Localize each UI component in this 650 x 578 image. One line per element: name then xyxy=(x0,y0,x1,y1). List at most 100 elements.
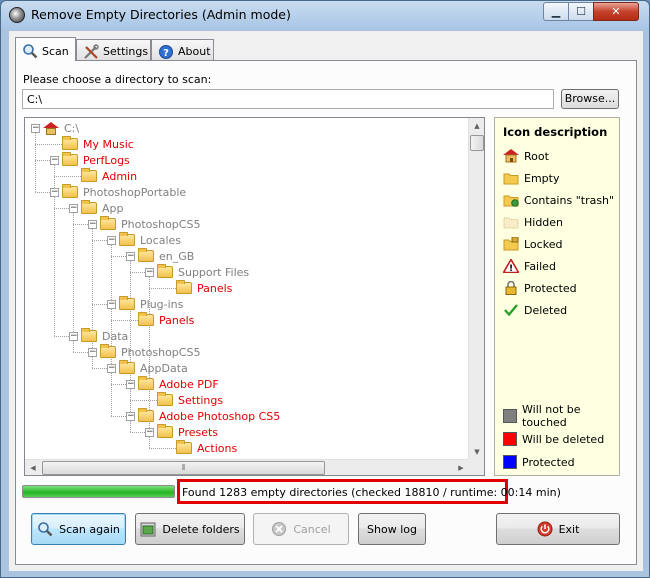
exit-label: Exit xyxy=(558,522,580,536)
collapse-icon[interactable]: − xyxy=(107,299,116,309)
tree-node[interactable]: − C:\ xyxy=(31,120,79,136)
scroll-left-arrow-icon[interactable]: ◀ xyxy=(25,460,41,475)
warning-icon: ! xyxy=(502,257,520,274)
collapse-icon[interactable]: − xyxy=(107,363,116,373)
legend-item-protected: Protected xyxy=(503,280,577,296)
legend-label: Deleted xyxy=(524,303,568,317)
legend-item-root: Root xyxy=(503,148,549,164)
tree-node-label: Plug-ins xyxy=(140,297,184,311)
folder-icon xyxy=(119,360,135,374)
tree-node[interactable]: − Data xyxy=(69,328,128,344)
tree-node[interactable]: − PhotoshopCS5 xyxy=(88,216,200,232)
tree-node[interactable]: − PhotoshopCS5 xyxy=(88,344,200,360)
folder-icon xyxy=(100,216,116,230)
collapse-icon[interactable]: − xyxy=(31,123,40,133)
tree-node-label: Adobe Photoshop CS5 xyxy=(159,409,281,423)
collapse-icon[interactable]: − xyxy=(50,155,59,165)
tree-node[interactable]: − Plug-ins xyxy=(107,296,183,312)
tab-about[interactable]: ? About xyxy=(151,39,214,60)
tree-node-label: My Music xyxy=(83,137,134,151)
tree-node-label: Data xyxy=(102,329,129,343)
legend-label: Hidden xyxy=(524,215,564,229)
delete-folders-button[interactable]: Delete folders xyxy=(135,513,245,545)
tree-node[interactable]: Actions xyxy=(176,440,237,456)
scroll-up-arrow-icon[interactable]: ▲ xyxy=(469,118,484,134)
tree-node[interactable]: − Adobe PDF xyxy=(126,376,219,392)
exit-button[interactable]: Exit xyxy=(496,513,620,545)
collapse-icon[interactable]: − xyxy=(69,203,78,213)
tab-settings[interactable]: Settings xyxy=(76,39,151,60)
collapse-icon[interactable]: − xyxy=(88,347,97,357)
tree-node-label: PerfLogs xyxy=(83,153,130,167)
folder-icon xyxy=(100,344,116,358)
icon-legend: Icon description Root Empty Contains "tr… xyxy=(494,117,620,476)
folder-icon xyxy=(138,248,154,262)
show-log-button[interactable]: Show log xyxy=(358,513,426,545)
window-title: Remove Empty Directories (Admin mode) xyxy=(31,7,291,22)
minimize-button[interactable]: ▁ xyxy=(543,2,569,21)
app-window: Remove Empty Directories (Admin mode) ▁ … xyxy=(0,0,650,578)
scroll-down-arrow-icon[interactable]: ▼ xyxy=(469,444,484,460)
tree-node[interactable]: Admin xyxy=(81,168,137,184)
scrollbar-corner xyxy=(468,459,484,475)
tree-horizontal-scrollbar[interactable]: ◀ ⦀ ▶ xyxy=(25,459,469,475)
tree-connector xyxy=(111,416,126,417)
scroll-right-arrow-icon[interactable]: ▶ xyxy=(453,460,469,475)
scan-again-button[interactable]: Scan again xyxy=(31,513,126,545)
tree-node-label: en_GB xyxy=(159,249,195,263)
tree-node-label: PhotoshopCS5 xyxy=(121,217,201,231)
collapse-icon[interactable]: − xyxy=(145,267,154,277)
tree-node[interactable]: Settings xyxy=(157,392,223,408)
tree-vertical-scroll-thumb[interactable] xyxy=(470,135,484,151)
tree-node[interactable]: − App xyxy=(69,200,124,216)
tree-connector xyxy=(130,400,157,401)
magnifier-icon xyxy=(37,521,53,537)
tree-horizontal-scroll-thumb[interactable]: ⦀ xyxy=(42,461,325,475)
folder-icon xyxy=(157,424,173,438)
legend-color-deleted: Will be deleted xyxy=(503,431,604,447)
tree-node[interactable]: − AppData xyxy=(107,360,188,376)
tree-node[interactable]: − Adobe Photoshop CS5 xyxy=(126,408,280,424)
collapse-icon[interactable]: − xyxy=(126,411,135,421)
close-button[interactable]: ✕ xyxy=(593,2,639,21)
tree-node-label: PhotoshopCS5 xyxy=(121,345,201,359)
collapse-icon[interactable]: − xyxy=(88,219,97,229)
tree-node[interactable]: − Presets xyxy=(145,424,218,440)
checkmark-icon xyxy=(503,303,519,317)
tree-node[interactable]: − Support Files xyxy=(145,264,249,280)
tree-connector xyxy=(149,288,176,289)
tree-node[interactable]: My Music xyxy=(62,136,134,152)
tree-connector xyxy=(92,304,107,305)
directory-input[interactable] xyxy=(22,89,554,109)
collapse-icon[interactable]: − xyxy=(107,235,116,245)
tree-node[interactable]: − en_GB xyxy=(126,248,194,264)
collapse-icon[interactable]: − xyxy=(50,187,59,197)
cancel-button[interactable]: Cancel xyxy=(253,513,349,545)
directory-tree[interactable]: − C:\ My Music − PerfLogs Admin − PhotoshopPort… xyxy=(24,117,485,476)
maximize-button[interactable]: ☐ xyxy=(568,2,594,21)
tree-node[interactable]: Panels xyxy=(176,280,232,296)
tab-scan[interactable]: Scan xyxy=(15,37,76,61)
tree-vertical-scrollbar[interactable]: ▲ ▼ xyxy=(468,118,484,460)
collapse-icon[interactable]: − xyxy=(126,251,135,261)
tree-node[interactable]: − Locales xyxy=(107,232,181,248)
directory-prompt: Please choose a directory to scan: xyxy=(23,73,212,86)
tree-connector xyxy=(111,256,126,257)
tree-view[interactable]: − C:\ My Music − PerfLogs Admin − PhotoshopPort… xyxy=(25,118,469,460)
locked-folder-icon xyxy=(503,236,519,251)
collapse-icon[interactable]: − xyxy=(126,379,135,389)
title-bar[interactable]: Remove Empty Directories (Admin mode) ▁ … xyxy=(1,1,649,29)
tree-node-label: Panels xyxy=(159,313,195,327)
collapse-icon[interactable]: − xyxy=(145,427,154,437)
tree-node[interactable]: Panels xyxy=(138,312,194,328)
tree-node-label: Admin xyxy=(102,169,138,183)
padlock-icon xyxy=(503,280,519,295)
legend-item-failed: ! Failed xyxy=(502,257,556,274)
collapse-icon[interactable]: − xyxy=(69,331,78,341)
root-icon xyxy=(43,121,59,135)
legend-label: Failed xyxy=(524,259,556,273)
browse-button[interactable]: Browse... xyxy=(561,89,619,109)
tree-node[interactable]: − PhotoshopPortable xyxy=(50,184,186,200)
legend-item-hidden: Hidden xyxy=(503,214,563,230)
tree-node[interactable]: − PerfLogs xyxy=(50,152,130,168)
